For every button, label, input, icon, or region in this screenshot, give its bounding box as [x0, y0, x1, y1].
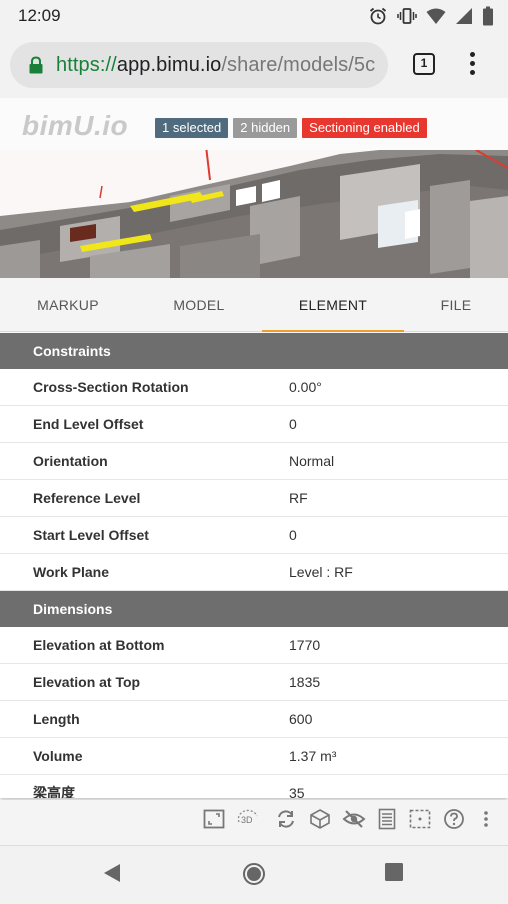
property-key: 梁高度 — [33, 785, 75, 798]
property-row: Length 600 — [0, 701, 508, 738]
property-key: Length — [33, 711, 80, 727]
hidden-badge[interactable]: 2 hidden — [233, 118, 298, 138]
bimu-logo: bimU.io — [22, 110, 129, 141]
url-bar[interactable]: https://app.bimu.io/share/models/5c — [10, 42, 388, 88]
property-value: 600 — [289, 711, 313, 727]
hide-icon[interactable] — [341, 806, 367, 832]
viewer-toolbar: 3D — [0, 800, 508, 846]
property-row: Reference Level RF — [0, 480, 508, 517]
property-key: Elevation at Bottom — [33, 637, 165, 653]
browser-menu-icon[interactable] — [468, 52, 476, 78]
property-row: End Level Offset 0 — [0, 406, 508, 443]
property-key: End Level Offset — [33, 416, 144, 432]
android-nav-bar — [0, 846, 508, 904]
property-row: Cross-Section Rotation 0.00° — [0, 369, 508, 406]
property-key: Volume — [33, 748, 83, 764]
status-time: 12:09 — [18, 6, 61, 25]
property-row: Elevation at Bottom 1770 — [0, 627, 508, 664]
wifi-icon — [426, 7, 446, 25]
property-row: Start Level Offset 0 — [0, 517, 508, 554]
rotate-icon[interactable] — [273, 806, 299, 832]
sectioning-badge[interactable]: Sectioning enabled — [302, 118, 427, 138]
property-row: 梁高度 35 — [0, 775, 508, 798]
viewer-header: bimU.io 1 selected 2 hidden Sectioning e… — [0, 98, 508, 150]
property-value: 0 — [289, 416, 297, 432]
help-icon[interactable] — [441, 806, 467, 832]
url-path: /share/models/5c — [221, 54, 376, 76]
url-scheme: https:// — [56, 54, 117, 76]
property-row: Work Plane Level : RF — [0, 554, 508, 591]
property-key: Reference Level — [33, 490, 141, 506]
signal-icon — [455, 7, 473, 25]
panel-tabs: MARKUP MODEL ELEMENT FILE — [0, 278, 508, 332]
property-value: Level : RF — [289, 564, 353, 580]
more-icon[interactable] — [473, 806, 499, 832]
property-key: Work Plane — [33, 564, 109, 580]
properties-icon[interactable] — [374, 806, 400, 832]
property-row: Orientation Normal — [0, 443, 508, 480]
tab-switcher-button[interactable]: 1 — [413, 53, 435, 75]
model-viewer[interactable]: bimU.io 1 selected 2 hidden Sectioning e… — [0, 98, 508, 278]
vibrate-icon — [397, 6, 417, 26]
property-value: 0 — [289, 527, 297, 543]
3d-view-icon[interactable]: 3D — [235, 806, 261, 832]
property-row: Elevation at Top 1835 — [0, 664, 508, 701]
tab-file[interactable]: FILE — [404, 278, 508, 332]
back-icon[interactable] — [102, 862, 122, 889]
property-value: 1835 — [289, 674, 321, 690]
property-key: Elevation at Top — [33, 674, 141, 690]
browser-toolbar: https://app.bimu.io/share/models/5c 1 — [0, 32, 508, 98]
property-key: Start Level Offset — [33, 527, 149, 543]
section-header-constraints: Constraints — [0, 333, 508, 369]
url-host: app.bimu.io — [116, 54, 222, 76]
recents-icon[interactable] — [384, 862, 404, 887]
tab-model[interactable]: MODEL — [136, 278, 262, 332]
property-value: 0.00° — [289, 379, 322, 395]
tab-markup[interactable]: MARKUP — [0, 278, 136, 332]
tab-element[interactable]: ELEMENT — [262, 278, 404, 332]
battery-icon — [482, 6, 494, 26]
alarm-icon — [368, 6, 388, 26]
property-value: 1770 — [289, 637, 321, 653]
lock-icon — [28, 56, 44, 79]
property-key: Cross-Section Rotation — [33, 379, 189, 395]
cube-icon[interactable] — [307, 806, 333, 832]
element-properties-panel[interactable]: Constraints Cross-Section Rotation 0.00° … — [0, 333, 508, 798]
property-key: Orientation — [33, 453, 108, 469]
url-text: https://app.bimu.io/share/models/5c — [56, 54, 375, 77]
status-bar: 12:09 — [0, 0, 508, 32]
property-row: Volume 1.37 m³ — [0, 738, 508, 775]
property-value: 35 — [289, 785, 305, 798]
building-model-canvas[interactable] — [0, 146, 508, 278]
selected-badge[interactable]: 1 selected — [155, 118, 229, 138]
property-value: 1.37 m³ — [289, 748, 337, 764]
section-header-dimensions: Dimensions — [0, 591, 508, 627]
fit-view-icon[interactable] — [201, 806, 227, 832]
property-value: RF — [289, 490, 308, 506]
section-box-icon[interactable] — [407, 806, 433, 832]
property-value: Normal — [289, 453, 335, 469]
3d-view-label: 3D — [241, 815, 253, 825]
home-icon[interactable] — [242, 862, 266, 891]
